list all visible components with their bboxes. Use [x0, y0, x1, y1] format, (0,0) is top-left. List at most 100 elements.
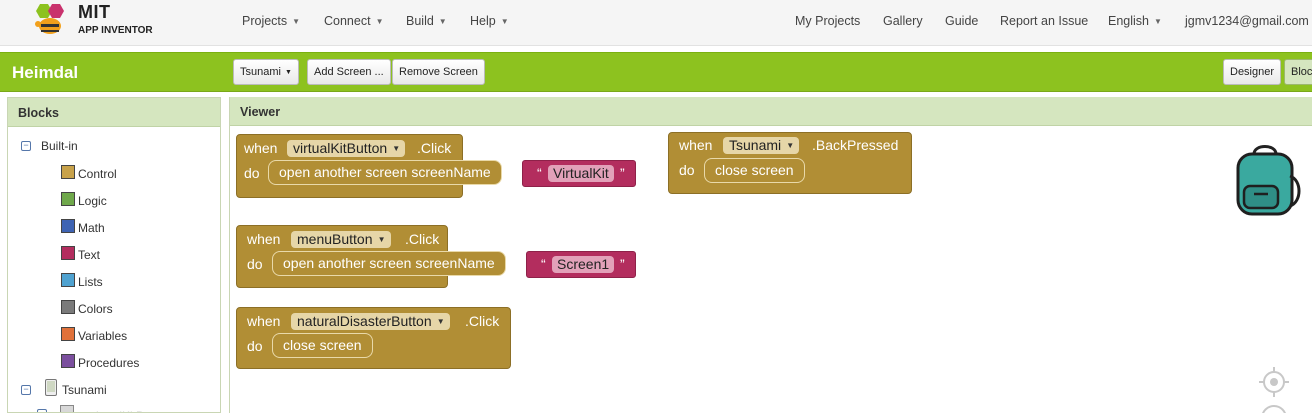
- dropdown-arrow-icon: ▼: [377, 235, 386, 244]
- event-name: .Click: [417, 140, 452, 156]
- app-inventor-logo[interactable]: MIT APP INVENTOR: [30, 2, 170, 42]
- component-dropdown[interactable]: naturalDisasterButton ▼: [291, 313, 450, 330]
- menu-build-label: Build: [406, 14, 434, 28]
- remove-screen-button[interactable]: Remove Screen: [392, 59, 485, 85]
- component-name: Tsunami: [729, 137, 782, 153]
- component-dropdown[interactable]: menuButton ▼: [291, 231, 391, 248]
- component-name: naturalDisasterButton: [297, 313, 432, 329]
- event-name: .Click: [405, 231, 440, 247]
- menu-projects[interactable]: Projects ▼: [242, 14, 300, 28]
- screen-select-dropdown[interactable]: Tsunami ▼: [233, 59, 299, 85]
- text-value[interactable]: Screen1: [552, 256, 615, 273]
- blocks-panel: Blocks − Built-in Control Logic Math Tex…: [7, 97, 221, 413]
- viewer-title: Viewer: [230, 97, 1312, 126]
- tree-item-math[interactable]: Math: [78, 221, 105, 235]
- logo-subtitle: APP INVENTOR: [78, 25, 153, 36]
- when-label: when: [244, 140, 278, 156]
- top-navbar: MIT APP INVENTOR Projects ▼ Connect ▼ Buil…: [0, 0, 1312, 46]
- phone-screen-icon: [45, 379, 57, 396]
- text-value[interactable]: VirtualKit: [548, 165, 614, 182]
- crosshair-icon[interactable]: [1258, 366, 1290, 398]
- caret-down-icon: ▼: [1154, 17, 1162, 26]
- component-dropdown[interactable]: virtualKitButton ▼: [287, 140, 406, 157]
- logic-swatch-icon: [61, 192, 75, 206]
- event-name: .BackPressed: [812, 137, 899, 153]
- variables-swatch-icon: [61, 327, 75, 341]
- tree-item-lists[interactable]: Lists: [78, 275, 103, 289]
- menu-help[interactable]: Help ▼: [470, 14, 509, 28]
- collapse-toggle-icon[interactable]: −: [21, 141, 31, 151]
- menu-projects-label: Projects: [242, 14, 288, 28]
- quote-close: ”: [620, 165, 625, 181]
- close-screen-block[interactable]: close screen: [704, 158, 805, 183]
- bee-logo-icon: [35, 4, 64, 34]
- text-string-block[interactable]: “ Screen1 ”: [526, 251, 636, 278]
- tree-item-virtualkitbutton[interactable]: virtualKitButton: [90, 409, 171, 412]
- collapse-toggle-icon[interactable]: −: [37, 409, 47, 412]
- quote-open: “: [541, 256, 546, 272]
- caret-down-icon: ▼: [500, 17, 509, 26]
- gallery-link[interactable]: Gallery: [883, 14, 923, 28]
- guide-link[interactable]: Guide: [945, 14, 978, 28]
- zoom-in-icon[interactable]: [1258, 404, 1290, 413]
- tree-item-variables[interactable]: Variables: [78, 329, 127, 343]
- language-menu[interactable]: English ▼: [1108, 14, 1162, 28]
- event-name: .Click: [465, 313, 500, 329]
- open-another-screen-block[interactable]: open another screen screenName: [272, 251, 506, 276]
- when-label: when: [679, 137, 713, 153]
- tree-item-procedures[interactable]: Procedures: [78, 356, 139, 370]
- tree-item-control[interactable]: Control: [78, 167, 117, 181]
- do-label: do: [247, 338, 263, 354]
- do-label: do: [679, 162, 695, 178]
- add-screen-button[interactable]: Add Screen ...: [307, 59, 391, 85]
- tree-item-text[interactable]: Text: [78, 248, 100, 262]
- logo-mit-text: MIT: [78, 2, 111, 22]
- do-label: do: [244, 165, 260, 181]
- component-name: virtualKitButton: [293, 140, 388, 156]
- collapse-toggle-icon[interactable]: −: [21, 385, 31, 395]
- project-toolbar: Heimdal Tsunami ▼ Add Screen ... Remove S…: [0, 52, 1312, 92]
- user-account-menu[interactable]: jgmv1234@gmail.com: [1185, 14, 1309, 28]
- caret-down-icon: ▼: [375, 17, 384, 26]
- designer-button[interactable]: Designer: [1223, 59, 1282, 85]
- project-name: Heimdal: [12, 63, 79, 82]
- do-label: do: [247, 256, 263, 272]
- report-issue-link[interactable]: Report an Issue: [1000, 14, 1088, 28]
- lists-swatch-icon: [61, 273, 75, 287]
- menu-build[interactable]: Build ▼: [406, 14, 447, 28]
- blocks-button[interactable]: Bloc: [1284, 59, 1312, 85]
- procedures-swatch-icon: [61, 354, 75, 368]
- tree-builtin[interactable]: Built-in: [41, 139, 78, 153]
- tree-item-colors[interactable]: Colors: [78, 302, 113, 316]
- component-name: menuButton: [297, 231, 373, 247]
- caret-down-icon: ▼: [292, 17, 301, 26]
- caret-down-icon: ▼: [284, 69, 292, 76]
- open-another-screen-block[interactable]: open another screen screenName: [268, 160, 502, 185]
- dropdown-arrow-icon: ▼: [436, 317, 445, 326]
- quote-open: “: [537, 165, 542, 181]
- when-label: when: [247, 313, 281, 329]
- dropdown-arrow-icon: ▼: [392, 144, 401, 153]
- component-dropdown[interactable]: Tsunami ▼: [723, 137, 800, 154]
- my-projects-link[interactable]: My Projects: [795, 14, 860, 28]
- math-swatch-icon: [61, 219, 75, 233]
- when-label: when: [247, 231, 281, 247]
- caret-down-icon: ▼: [438, 17, 447, 26]
- text-swatch-icon: [61, 246, 75, 260]
- tree-screen-tsunami[interactable]: Tsunami: [62, 383, 107, 397]
- colors-swatch-icon: [61, 300, 75, 314]
- control-swatch-icon: [61, 165, 75, 179]
- menu-connect[interactable]: Connect ▼: [324, 14, 383, 28]
- backpack-icon[interactable]: [1232, 144, 1304, 216]
- menu-connect-label: Connect: [324, 14, 371, 28]
- blocks-panel-title: Blocks: [8, 98, 220, 127]
- dropdown-arrow-icon: ▼: [786, 141, 795, 150]
- language-label: English: [1108, 14, 1149, 28]
- tree-item-logic[interactable]: Logic: [78, 194, 107, 208]
- quote-close: ”: [620, 256, 625, 272]
- screen-select-label: Tsunami: [240, 66, 281, 78]
- text-string-block[interactable]: “ VirtualKit ”: [522, 160, 636, 187]
- button-component-icon: [60, 405, 74, 412]
- close-screen-block[interactable]: close screen: [272, 333, 373, 358]
- menu-help-label: Help: [470, 14, 496, 28]
